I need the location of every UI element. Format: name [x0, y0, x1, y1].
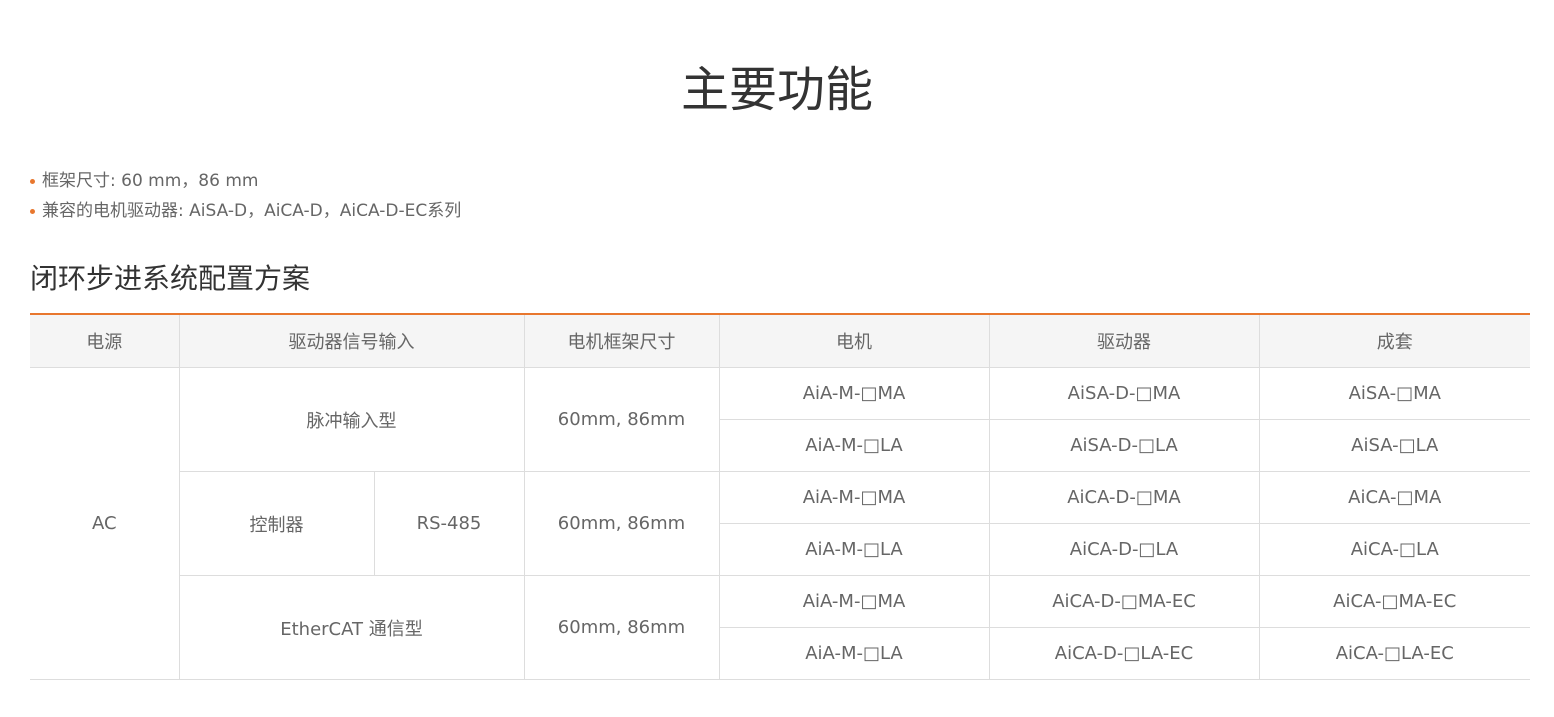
feature-text: 兼容的电机驱动器: AiSA-D，AiCA-D，AiCA-D-EC系列 — [42, 201, 462, 221]
cell-signal-input-sub: RS-485 — [373, 471, 524, 576]
feature-list: 框架尺寸: 60 mm，86 mm 兼容的电机驱动器: AiSA-D，AiCA-… — [30, 166, 461, 226]
cell-signal-input: 脉冲输入型 — [178, 367, 524, 472]
header-signal-input: 驱动器信号输入 — [178, 314, 524, 368]
cell-motor: AiA-M-□MA — [718, 575, 989, 628]
cell-driver: AiCA-D-□MA-EC — [988, 575, 1259, 628]
cell-kit: AiCA-□MA-EC — [1258, 575, 1530, 628]
cell-driver: AiSA-D-□MA — [988, 367, 1259, 420]
cell-driver: AiCA-D-□LA-EC — [988, 627, 1259, 680]
cell-motor: AiA-M-□MA — [718, 367, 989, 420]
cell-kit: AiCA-□LA-EC — [1258, 627, 1530, 680]
cell-kit: AiSA-□LA — [1258, 419, 1530, 472]
cell-motor: AiA-M-□LA — [718, 627, 989, 680]
table-row: 控制器 RS-485 60mm, 86mm AiA-M-□MA AiCA-D-□… — [30, 471, 1530, 576]
cell-signal-input: 控制器 — [178, 471, 374, 576]
cell-frame-size: 60mm, 86mm — [523, 575, 719, 680]
page-title: 主要功能 — [680, 62, 873, 118]
cell-kit: AiSA-□MA — [1258, 367, 1530, 420]
configuration-table: 电源 驱动器信号输入 电机框架尺寸 电机 驱动器 成套 AC 脉冲输入型 60m… — [30, 313, 1530, 680]
cell-motor: AiA-M-□MA — [718, 471, 989, 524]
header-frame-size: 电机框架尺寸 — [523, 314, 719, 368]
cell-frame-size: 60mm, 86mm — [523, 367, 719, 472]
cell-kit: AiCA-□LA — [1258, 523, 1530, 576]
cell-motor: AiA-M-□LA — [718, 419, 989, 472]
bullet-dot-icon — [30, 178, 35, 184]
table-row: EtherCAT 通信型 60mm, 86mm AiA-M-□MA AiCA-D… — [30, 575, 1530, 680]
cell-driver: AiCA-D-□LA — [988, 523, 1259, 576]
bullet-dot-icon — [30, 208, 35, 214]
header-motor: 电机 — [718, 314, 989, 368]
cell-frame-size: 60mm, 86mm — [523, 471, 719, 576]
cell-signal-input: EtherCAT 通信型 — [178, 575, 524, 680]
cell-driver: AiSA-D-□LA — [988, 419, 1259, 472]
table-row: AC 脉冲输入型 60mm, 86mm AiA-M-□MA AiSA-D-□MA… — [30, 367, 1530, 680]
table-header-row: 电源 驱动器信号输入 电机框架尺寸 电机 驱动器 成套 — [30, 314, 1530, 368]
header-power: 电源 — [30, 314, 179, 368]
cell-power: AC — [30, 367, 179, 680]
cell-kit: AiCA-□MA — [1258, 471, 1530, 524]
cell-motor: AiA-M-□LA — [718, 523, 989, 576]
cell-driver: AiCA-D-□MA — [988, 471, 1259, 524]
header-driver: 驱动器 — [988, 314, 1259, 368]
section-title: 闭环步进系统配置方案 — [30, 262, 311, 295]
feature-item: 兼容的电机驱动器: AiSA-D，AiCA-D，AiCA-D-EC系列 — [30, 196, 461, 226]
feature-text: 框架尺寸: 60 mm，86 mm — [42, 171, 259, 191]
feature-item: 框架尺寸: 60 mm，86 mm — [30, 166, 461, 196]
header-kit: 成套 — [1258, 314, 1530, 368]
